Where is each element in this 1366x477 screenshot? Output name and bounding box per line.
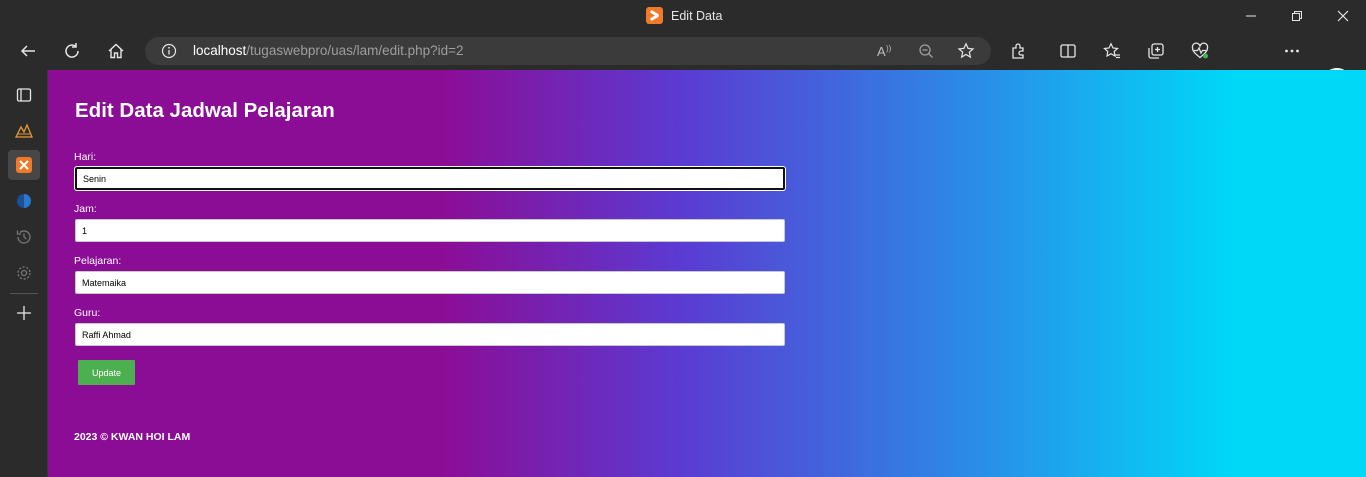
health-icon [1191, 42, 1209, 59]
sidebar-settings-button[interactable] [8, 258, 40, 288]
url-text[interactable]: localhost/tugaswebpro/uas/lam/edit.php?i… [193, 43, 464, 58]
circle-app-icon [17, 194, 31, 208]
sidebar-app-circle[interactable] [8, 186, 40, 216]
browser-toolbar: localhost/tugaswebpro/uas/lam/edit.php?i… [0, 32, 1366, 98]
history-icon [16, 230, 31, 244]
xampp-favicon-icon [646, 7, 663, 24]
close-icon [1337, 10, 1349, 22]
minimize-icon [1246, 15, 1256, 17]
add-favorite-button[interactable] [955, 41, 977, 61]
zoom-out-button[interactable] [915, 41, 937, 61]
add-icon [17, 306, 31, 320]
xampp-icon [16, 157, 32, 173]
collections-icon [1148, 43, 1164, 59]
more-button[interactable] [1276, 36, 1308, 66]
zoom-out-icon [919, 44, 933, 58]
url-host: localhost [193, 43, 247, 58]
restore-icon [1292, 11, 1302, 21]
pelajaran-input[interactable] [75, 271, 785, 294]
xampp-triangle-icon [14, 123, 33, 138]
home-icon [108, 43, 124, 59]
split-screen-button[interactable] [1052, 36, 1084, 66]
refresh-icon [65, 43, 79, 58]
read-aloud-button[interactable]: A)) [875, 41, 897, 61]
settings-icon [17, 266, 31, 280]
window-title: Edit Data [671, 8, 723, 23]
hari-label: Hari: [74, 151, 97, 163]
read-aloud-icon: A)) [877, 44, 892, 59]
back-icon [20, 45, 35, 57]
extensions-icon [1012, 43, 1024, 59]
svg-text:A: A [877, 44, 886, 59]
browser-essentials-button[interactable] [1184, 36, 1216, 66]
page-footer: 2023 © KWAN HOI LAM [74, 431, 191, 443]
pelajaran-label: Pelajaran: [74, 255, 122, 267]
favorites-icon [1103, 42, 1120, 59]
guru-label: Guru: [74, 307, 101, 319]
split-screen-icon [1060, 44, 1076, 58]
tab-actions-icon [16, 88, 32, 102]
page-viewport: Edit Data Jadwal Pelajaran Hari: Jam: Pe… [48, 70, 1366, 477]
update-button[interactable]: Update [78, 360, 135, 385]
window-title-group: Edit Data [646, 7, 722, 24]
back-button[interactable] [12, 36, 44, 66]
address-bar[interactable]: localhost/tugaswebpro/uas/lam/edit.php?i… [145, 37, 991, 65]
info-icon[interactable] [161, 43, 177, 59]
favorite-star-icon [957, 42, 975, 59]
restore-button[interactable] [1274, 0, 1320, 32]
sidebar-app-xampp-triangle[interactable] [8, 115, 40, 145]
jam-label: Jam: [74, 203, 97, 215]
jam-input[interactable] [75, 219, 785, 242]
page-title: Edit Data Jadwal Pelajaran [75, 99, 335, 122]
sidebar-history-button[interactable] [8, 222, 40, 252]
more-icon [1285, 49, 1299, 53]
title-bar: Edit Data [0, 0, 1366, 32]
hari-input[interactable] [75, 167, 785, 190]
close-window-button[interactable] [1320, 0, 1366, 32]
minimize-button[interactable] [1228, 0, 1274, 32]
tab-actions-button[interactable] [8, 80, 40, 110]
sidebar-add-button[interactable] [8, 298, 40, 328]
extensions-button[interactable] [1003, 36, 1035, 66]
svg-text:)): )) [886, 44, 892, 53]
browser-sidebar [0, 70, 48, 477]
collections-button[interactable] [1140, 36, 1172, 66]
url-path: /tugaswebpro/uas/lam/edit.php?id=2 [246, 43, 464, 58]
refresh-button[interactable] [56, 36, 88, 66]
guru-input[interactable] [75, 323, 785, 346]
sidebar-app-xampp[interactable] [8, 150, 40, 180]
sidebar-divider [10, 293, 38, 294]
favorites-button[interactable] [1096, 36, 1128, 66]
home-button[interactable] [100, 36, 132, 66]
